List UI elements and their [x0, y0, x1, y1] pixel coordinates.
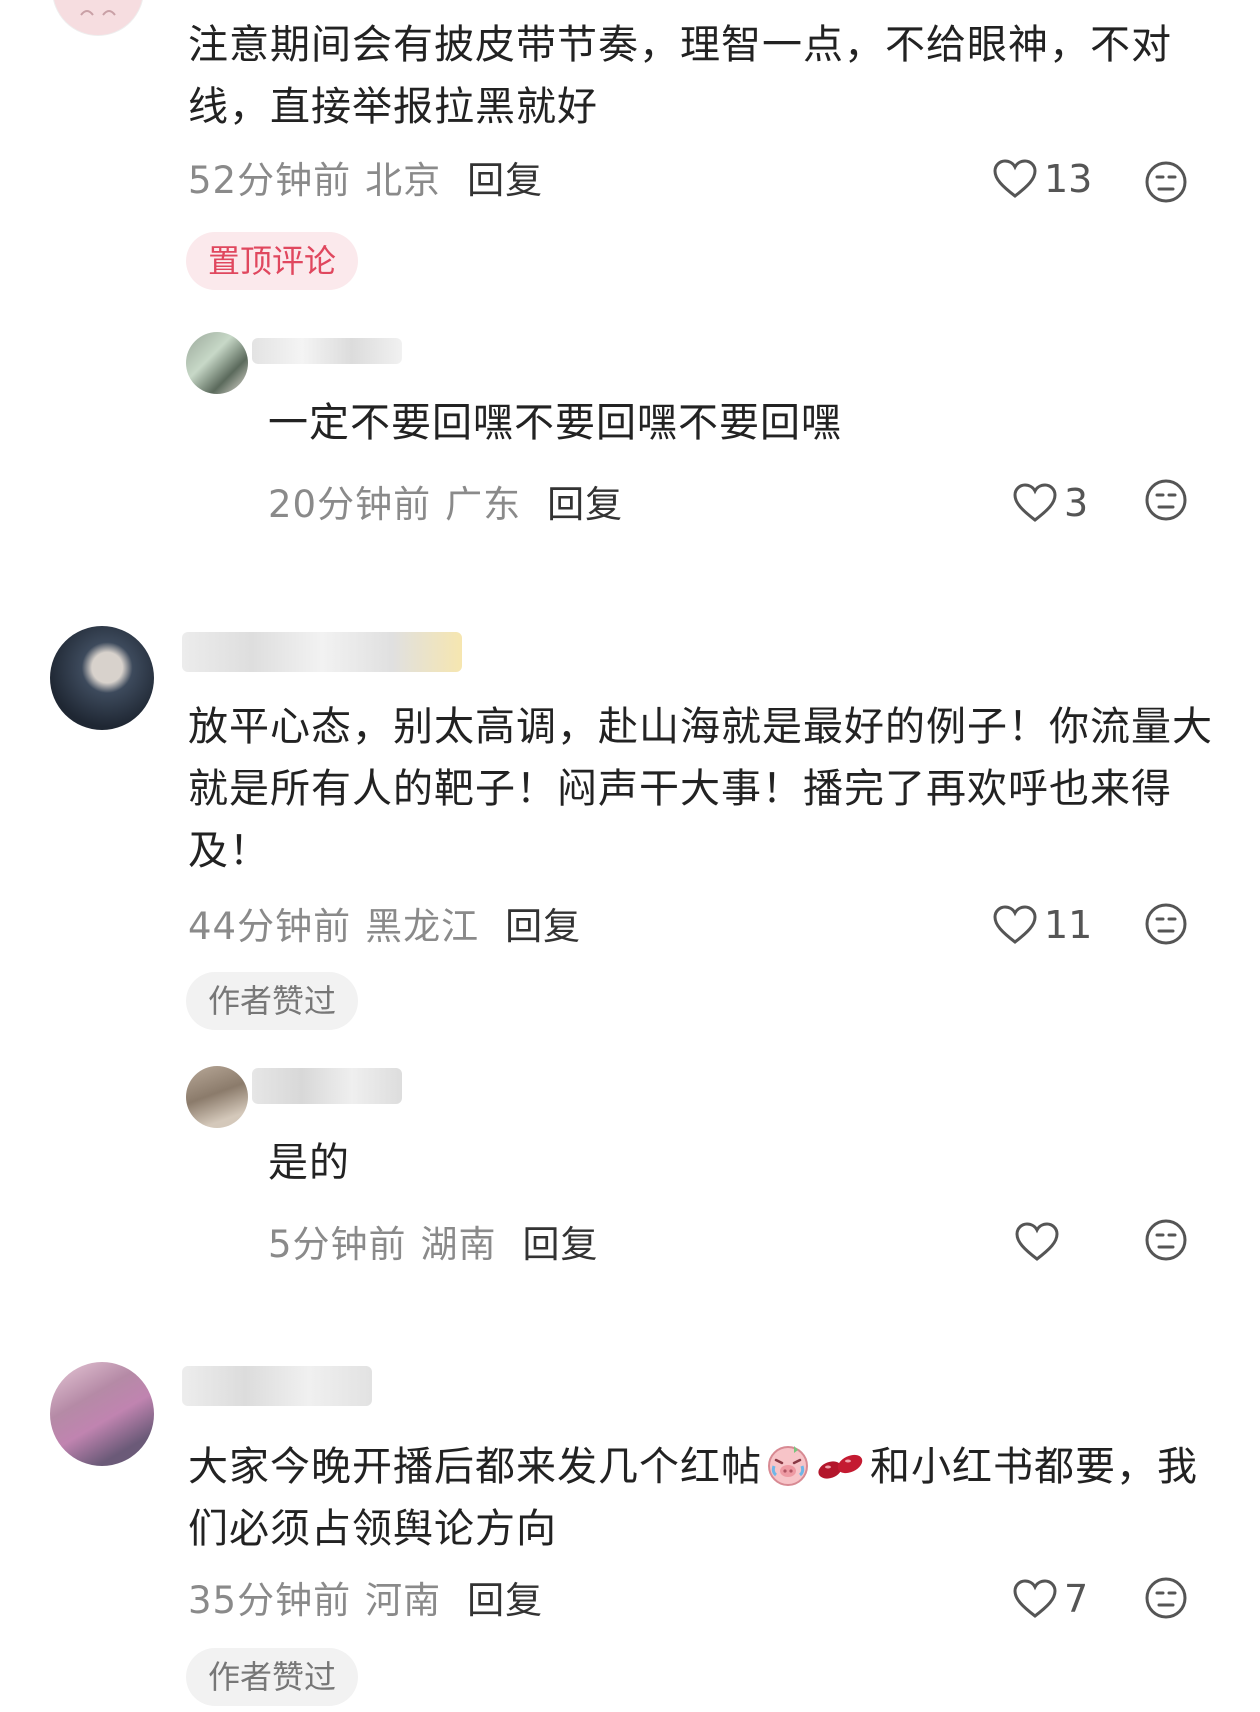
comment-meta: 35分钟前 河南 回复	[188, 1570, 543, 1624]
author-liked-badge: 作者赞过	[186, 972, 359, 1030]
comment-text: 放平心态，别太高调，赴山海就是最好的例子！你流量大就是所有人的靶子！闷声干大事！…	[188, 704, 1213, 874]
reply-avatar[interactable]	[186, 332, 248, 394]
commenter-username[interactable]	[182, 1366, 372, 1406]
heart-outline-icon	[993, 159, 1037, 198]
commenter-avatar[interactable]	[52, 0, 144, 36]
neutral-face-icon[interactable]	[1144, 478, 1188, 522]
comment-location: 北京	[365, 159, 442, 202]
neutral-face-icon[interactable]	[1144, 902, 1188, 946]
reply-username[interactable]	[252, 1068, 402, 1104]
like-button[interactable]: 11	[992, 903, 1092, 947]
neutral-face-icon[interactable]	[1144, 1218, 1188, 1262]
reply-button[interactable]: 回复	[467, 1579, 543, 1622]
reply-location: 湖南	[420, 1223, 497, 1266]
comment-location: 河南	[365, 1579, 442, 1622]
comment-location: 黑龙江	[365, 905, 480, 948]
commenter-username[interactable]	[182, 632, 462, 672]
reply-button[interactable]: 回复	[523, 1223, 599, 1266]
reply-time: 20分钟前	[268, 483, 432, 526]
reply-meta: 5分钟前 湖南 回复	[268, 1214, 599, 1268]
comment-text: 注意期间会有披皮带节奏，理智一点，不给眼神，不对线，直接举报拉黑就好	[188, 22, 1172, 130]
like-button[interactable]	[1014, 1221, 1066, 1263]
reply-avatar[interactable]	[186, 1066, 248, 1128]
like-count: 3	[1064, 481, 1089, 525]
comment-text: 大家今晚开播后都来发几个红帖 和小红书都要，我们必须占领舆论方向	[188, 1436, 1218, 1560]
pinned-comment-badge: 置顶评论	[186, 232, 359, 290]
commenter-avatar[interactable]	[50, 1362, 154, 1466]
like-button[interactable]: 3	[1012, 481, 1088, 525]
comment-time: 52分钟前	[188, 159, 352, 202]
reply-button[interactable]: 回复	[547, 483, 623, 526]
reply-text: 是的	[268, 1140, 350, 1186]
reply-text: 一定不要回嘿不要回嘿不要回嘿	[268, 400, 842, 446]
like-button[interactable]: 13	[992, 157, 1092, 201]
reply-meta: 20分钟前 广东 回复	[268, 474, 623, 528]
reply-time: 5分钟前	[268, 1223, 407, 1266]
like-button[interactable]: 7	[1012, 1577, 1088, 1621]
heart-outline-icon	[1015, 1222, 1059, 1261]
comment-time: 35分钟前	[188, 1579, 352, 1622]
reply-button[interactable]: 回复	[467, 159, 543, 202]
reply-location: 广东	[445, 483, 522, 526]
like-count: 7	[1064, 1577, 1089, 1621]
crying-pig-emoji	[764, 1440, 812, 1488]
neutral-face-icon[interactable]	[1144, 160, 1188, 204]
comment-time: 44分钟前	[188, 905, 352, 948]
comment-meta: 52分钟前 北京 回复	[188, 150, 543, 204]
reply-username[interactable]	[252, 338, 402, 364]
neutral-face-icon[interactable]	[1144, 1576, 1188, 1620]
like-count: 11	[1044, 903, 1093, 947]
commenter-avatar[interactable]	[50, 626, 154, 730]
red-beans-emoji	[814, 1440, 868, 1488]
heart-outline-icon	[1013, 483, 1057, 522]
heart-outline-icon	[1013, 1579, 1057, 1618]
heart-outline-icon	[993, 905, 1037, 944]
comment-meta: 44分钟前 黑龙江 回复	[188, 896, 581, 950]
author-liked-badge: 作者赞过	[186, 1648, 359, 1706]
like-count: 13	[1044, 157, 1093, 201]
reply-button[interactable]: 回复	[505, 905, 581, 948]
